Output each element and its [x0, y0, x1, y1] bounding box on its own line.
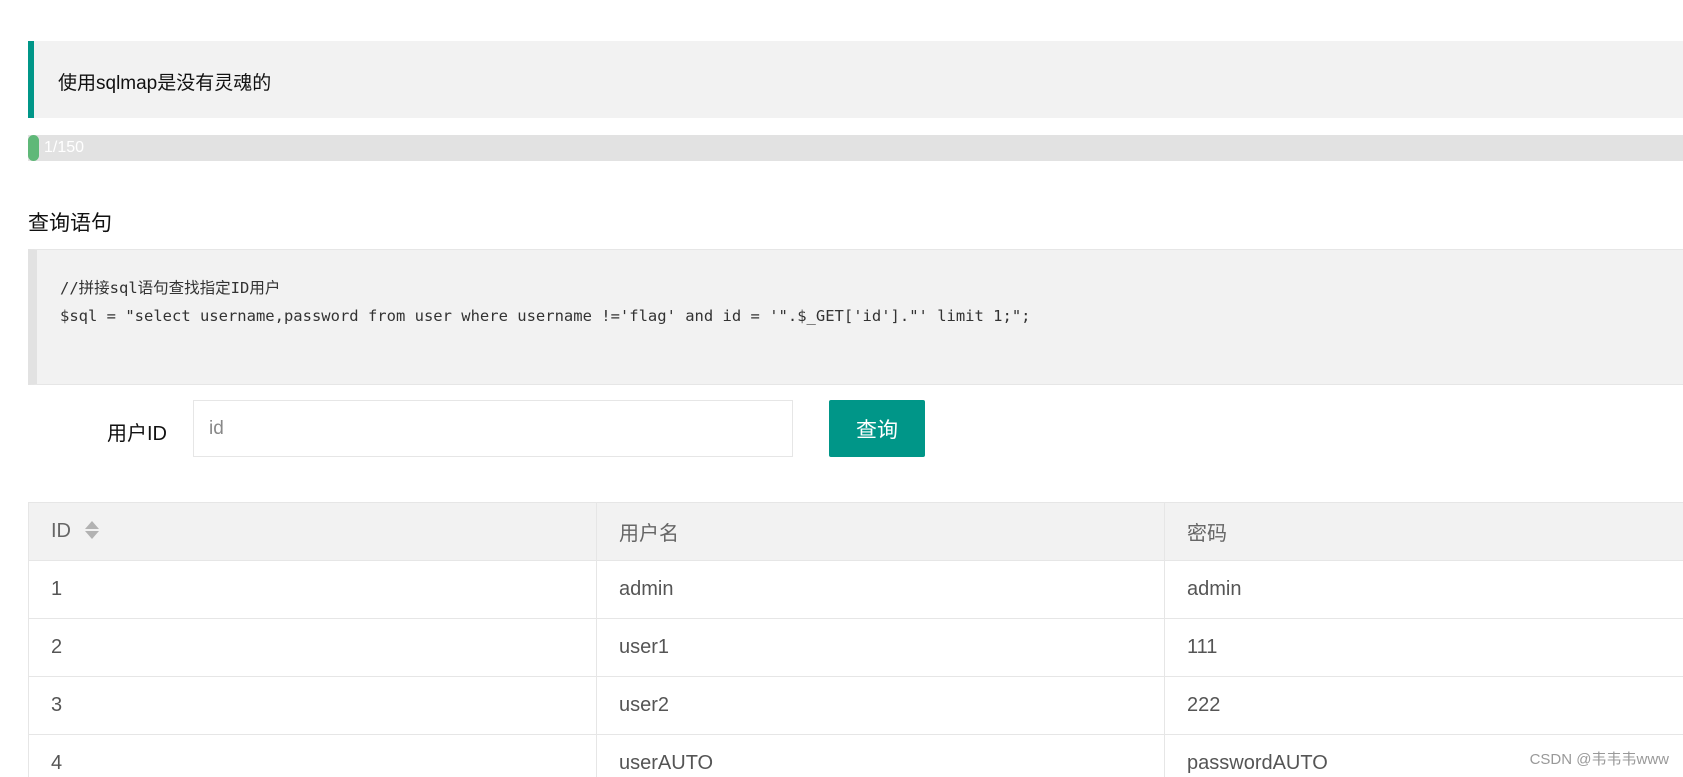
cell-id: 2 [28, 618, 597, 677]
cell-password: 222 [1164, 676, 1683, 735]
table-row: 2 user1 111 [28, 618, 1683, 677]
cell-password: admin [1164, 560, 1683, 619]
user-id-input[interactable] [193, 400, 793, 457]
table-row: 4 userAUTO passwordAUTO [28, 734, 1683, 777]
notice-text: 使用sqlmap是没有灵魂的 [58, 73, 272, 94]
column-header-label: ID [51, 520, 71, 542]
table-header-row: ID 用户名 密码 [28, 502, 1683, 561]
cell-username: userAUTO [596, 734, 1165, 777]
code-sql-line: $sql = "select username,password from us… [60, 307, 1031, 325]
column-header-password: 密码 [1164, 502, 1683, 561]
query-button[interactable]: 查询 [829, 400, 925, 457]
code-comment-line: //拼接sql语句查找指定ID用户 [60, 279, 281, 297]
cell-id: 3 [28, 676, 597, 735]
table-row: 1 admin admin [28, 560, 1683, 619]
cell-password: 111 [1164, 618, 1683, 677]
progress-fill [28, 135, 40, 161]
results-table: ID 用户名 密码 1 admin admin 2 user1 111 3 us… [28, 502, 1683, 777]
table-row: 3 user2 222 [28, 676, 1683, 735]
column-header-username: 用户名 [596, 502, 1165, 561]
user-id-label: 用户ID [107, 423, 167, 445]
watermark: CSDN @韦韦韦www [1529, 751, 1669, 768]
cell-id: 4 [28, 734, 597, 777]
column-header-id[interactable]: ID [28, 502, 597, 561]
notice-banner: 使用sqlmap是没有灵魂的 [28, 41, 1683, 118]
cell-id: 1 [28, 560, 597, 619]
sort-icon[interactable] [85, 520, 99, 540]
cell-username: admin [596, 560, 1165, 619]
cell-username: user1 [596, 618, 1165, 677]
section-title: 查询语句 [28, 212, 112, 235]
cell-username: user2 [596, 676, 1165, 735]
progress-bar: 1/150 [28, 135, 1683, 161]
code-block: //拼接sql语句查找指定ID用户 $sql = "select usernam… [28, 249, 1683, 385]
progress-label: 1/150 [44, 139, 85, 156]
